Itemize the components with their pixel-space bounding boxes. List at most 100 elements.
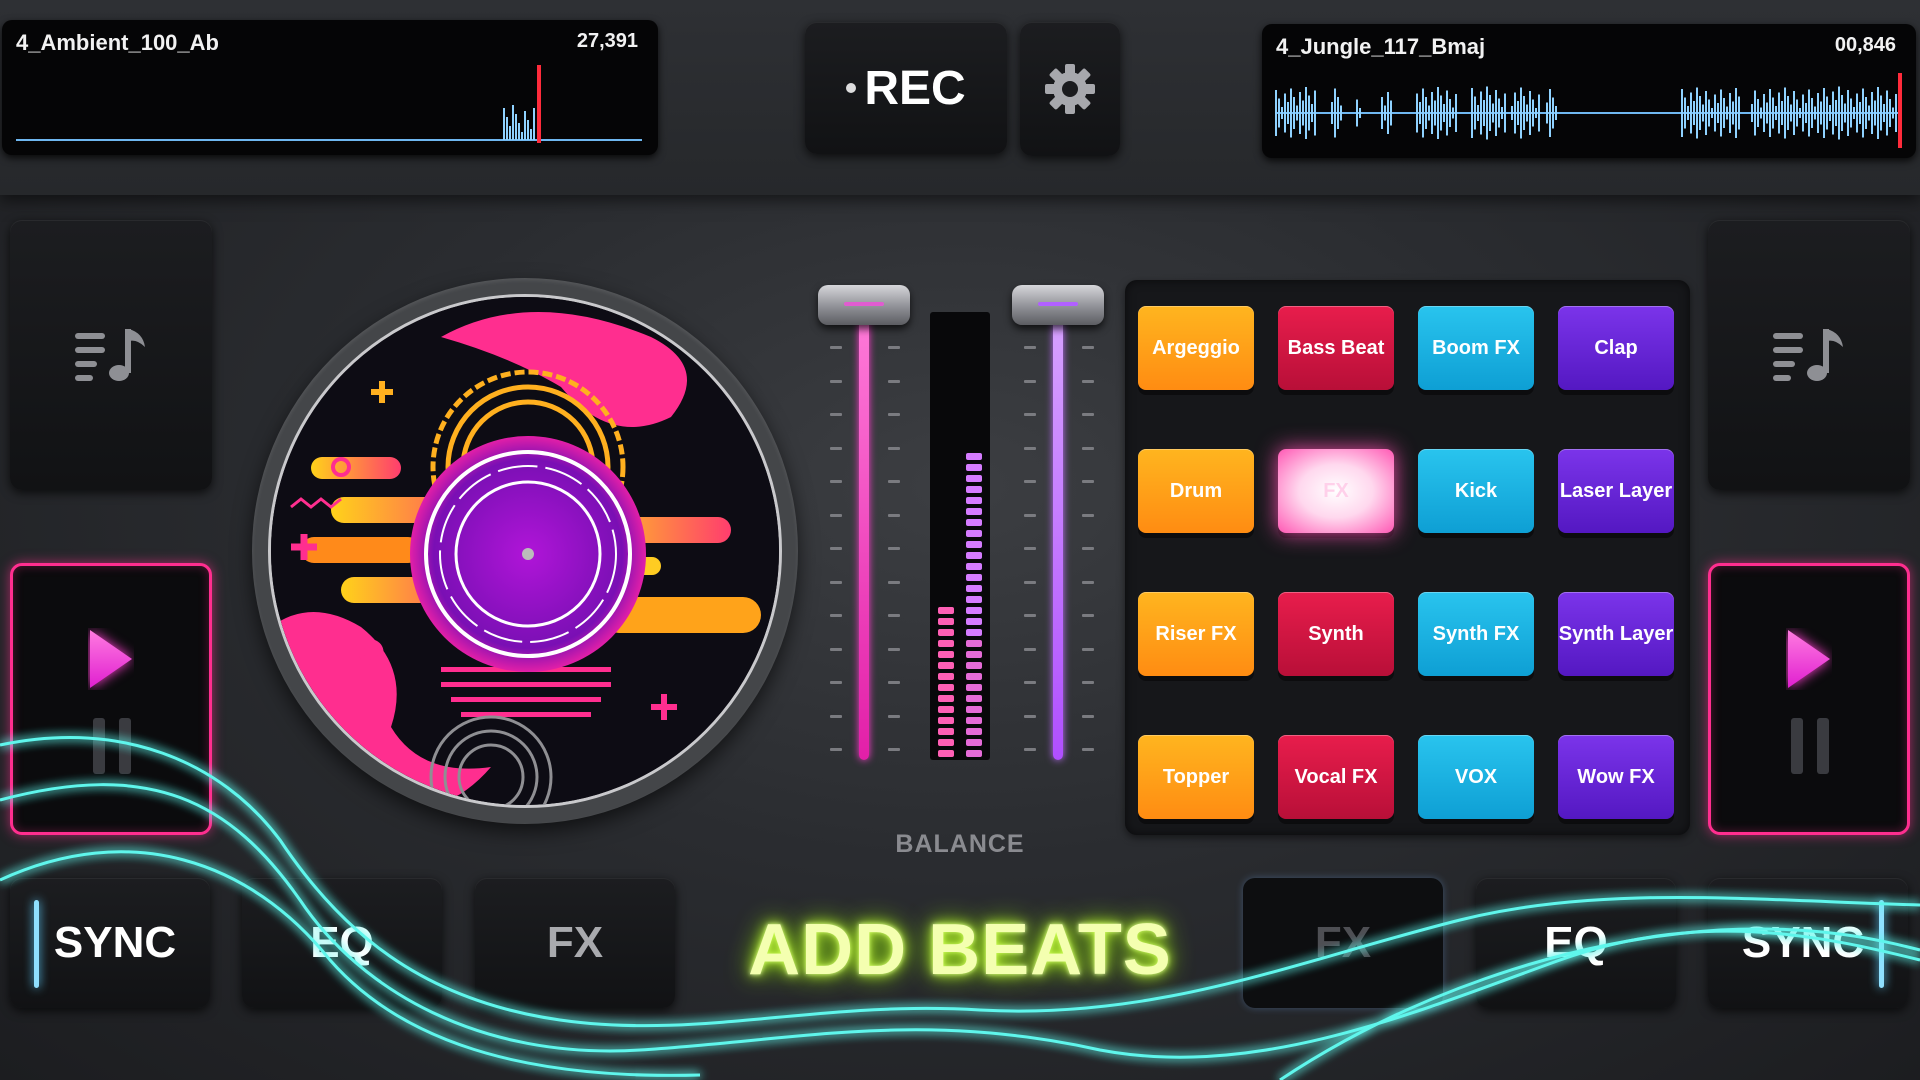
left-sync-button[interactable]: SYNC [10,878,210,1008]
fader-tick [1082,580,1094,584]
gear-icon [1045,64,1095,114]
pad-drum[interactable]: Drum [1138,449,1254,533]
meter-segment-right [966,728,982,735]
fader-tick [830,547,842,550]
meter-segment-right [966,629,982,636]
pad-synth-layer[interactable]: Synth Layer [1558,592,1674,676]
pad-label: Kick [1454,479,1498,502]
fader-tick [1082,413,1094,416]
fader-tick [1082,714,1094,718]
pad-kick[interactable]: Kick [1418,449,1534,533]
right-fx-button[interactable]: FX [1243,878,1443,1008]
right-library-button[interactable] [1708,220,1910,490]
meter-segment-right [966,640,982,647]
pad-bass-beat[interactable]: Bass Beat [1278,306,1394,390]
sync-indicator [34,900,39,988]
fader-tick [1082,513,1094,517]
right-eq-label: EQ [1544,918,1608,967]
pad-label: Clap [1594,336,1638,359]
meter-segment-right [966,662,982,669]
pad-vox[interactable]: VOX [1418,735,1534,819]
right-track-waveform[interactable]: 4_Jungle_117_Bmaj 00,846 [1262,24,1916,158]
right-volume-fader-track[interactable] [1053,310,1063,760]
fader-tick [1024,413,1036,416]
meter-segment-left [938,618,954,625]
meter-segment-left [938,695,954,702]
right-volume-fader-handle[interactable] [1012,285,1104,325]
left-volume-fader-track[interactable] [859,310,869,760]
play-icon [1788,630,1830,688]
pad-laser-layer[interactable]: Laser Layer [1558,449,1674,533]
fader-tick [1082,379,1094,383]
meter-segment-left [938,673,954,680]
fader-tick [1082,748,1094,751]
right-track-title: 4_Jungle_117_Bmaj [1276,34,1486,59]
fader-tick [830,647,842,651]
pad-label: Synth FX [1432,622,1520,645]
pad-label: Bass Beat [1287,336,1385,359]
left-track-time: 27,391 [576,30,638,52]
meter-segment-right [966,464,982,471]
right-eq-button[interactable]: EQ [1476,878,1676,1008]
pause-icon [93,718,131,774]
left-fx-button[interactable]: FX [475,878,675,1008]
fader-tick [830,480,842,483]
pad-synth-fx[interactable]: Synth FX [1418,592,1534,676]
fader-tick [888,379,900,383]
meter-segment-left [938,684,954,691]
pad-fx[interactable]: FX [1278,449,1394,533]
level-meter [930,312,990,760]
vinyl-record[interactable] [268,294,782,808]
fader-tick [1024,681,1036,684]
pad-argeggio[interactable]: Argeggio [1138,306,1254,390]
meter-segment-right [966,717,982,724]
meter-segment-right [966,750,982,757]
right-play-pause-button[interactable] [1708,563,1910,835]
add-beats-banner[interactable]: ADD BEATS [730,885,1190,1015]
pad-synth[interactable]: Synth [1278,592,1394,676]
add-beats-label: ADD BEATS [748,910,1172,990]
fader-tick [888,446,900,450]
meter-segment-left [938,706,954,713]
pad-riser-fx[interactable]: Riser FX [1138,592,1254,676]
pad-clap[interactable]: Clap [1558,306,1674,390]
fader-tick [888,681,900,684]
pad-label: Laser Layer [1559,479,1673,502]
fader-tick [888,547,900,550]
left-volume-fader-handle[interactable] [818,285,910,325]
meter-segment-left [938,750,954,757]
record-button[interactable]: REC [805,22,1007,154]
meter-segment-right [966,486,982,493]
meter-segment-right [966,552,982,559]
meter-segment-left [938,640,954,647]
sync-indicator [1879,900,1884,988]
fader-tick [1082,547,1094,550]
pad-wow-fx[interactable]: Wow FX [1558,735,1674,819]
fader-tick [1024,647,1036,651]
pad-vocal-fx[interactable]: Vocal FX [1278,735,1394,819]
meter-segment-right [966,651,982,658]
left-play-pause-button[interactable] [10,563,212,835]
meter-segment-right [966,497,982,504]
meter-segment-left [938,717,954,724]
right-sync-button[interactable]: SYNC [1708,878,1908,1008]
left-track-waveform[interactable]: 4_Ambient_100_Ab 27,391 [2,20,658,155]
fader-tick [1024,547,1036,550]
record-dot-icon [846,83,857,93]
left-eq-button[interactable]: EQ [242,878,442,1008]
fader-tick [1082,614,1094,617]
meter-segment-right [966,684,982,691]
pad-boom-fx[interactable]: Boom FX [1418,306,1534,390]
meter-segment-right [966,541,982,548]
left-library-button[interactable] [10,220,212,490]
pad-label: Vocal FX [1294,765,1378,788]
right-sync-label: SYNC [1741,918,1865,967]
pad-label: Synth Layer [1558,622,1674,645]
meter-segment-left [938,607,954,614]
meter-segment-right [966,475,982,482]
settings-button[interactable] [1020,22,1120,156]
turntable-deck[interactable] [252,278,798,824]
fader-tick [1082,647,1094,651]
pad-topper[interactable]: Topper [1138,735,1254,819]
fader-tick [830,681,842,684]
